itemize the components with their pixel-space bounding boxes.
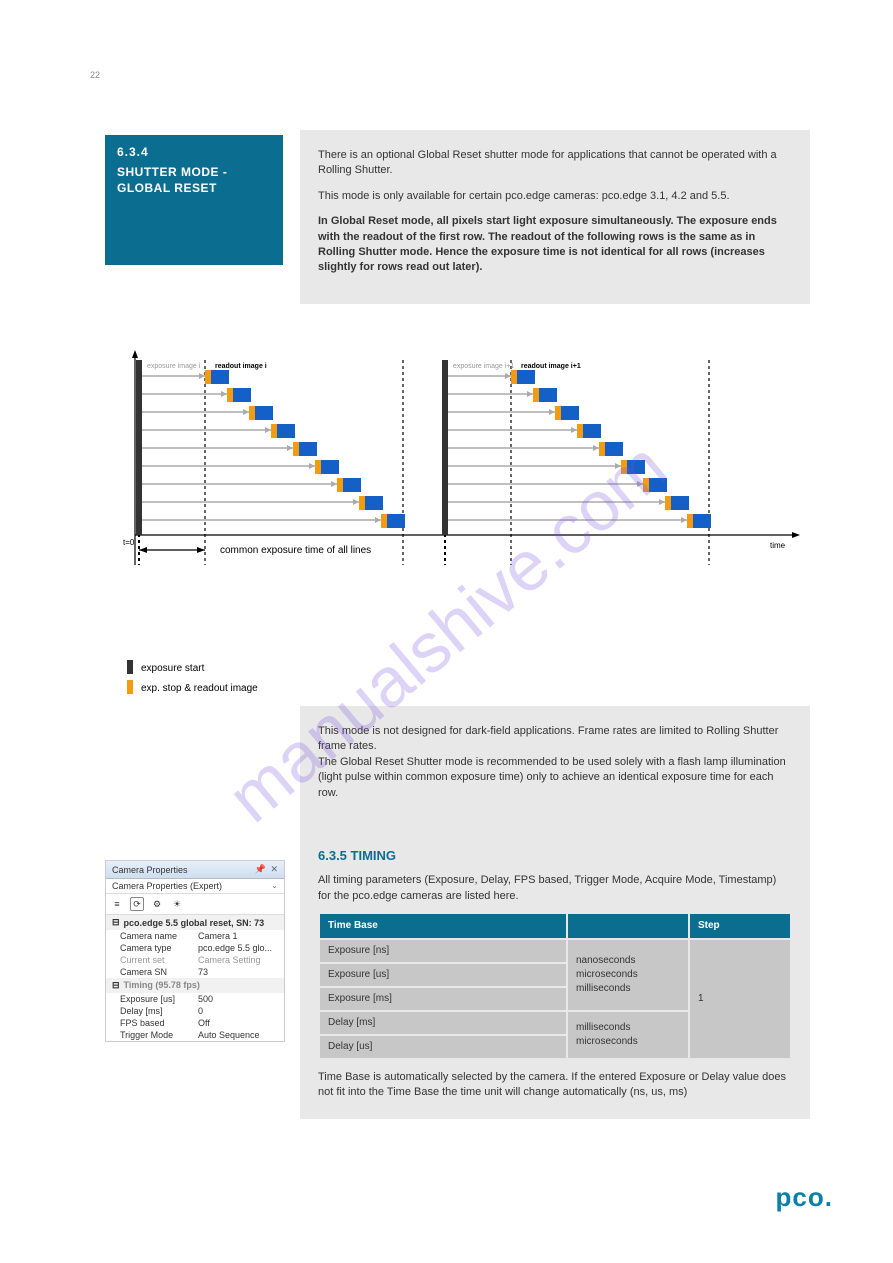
para-4: This mode is not designed for dark-field… [318, 724, 792, 755]
row-k: Delay [ms] [120, 1006, 198, 1016]
row-v: pco.edge 5.5 glo... [198, 943, 284, 953]
props-group-text: pco.edge 5.5 global reset, SN: 73 [124, 918, 265, 928]
props-mode-text: Camera Properties (Expert) [112, 881, 222, 891]
row-v[interactable]: Off [198, 1018, 284, 1028]
pco-logo: pco. [776, 1182, 833, 1213]
body-text-2: This mode is not designed for dark-field… [300, 706, 810, 1119]
props-row: Camera nameCamera 1 [106, 930, 284, 942]
th-2 [568, 914, 688, 938]
para-5: The Global Reset Shutter mode is recomme… [318, 755, 792, 801]
td-r3c1: millisecondsmicroseconds [568, 1012, 688, 1058]
row-k: Camera type [120, 943, 198, 953]
close-icon[interactable]: ✕ [270, 864, 278, 874]
page-number: 22 [90, 70, 100, 80]
props-row: Camera SN73 [106, 966, 284, 978]
t0-label: t=0 [123, 538, 135, 547]
sun-icon[interactable]: ☀ [170, 897, 184, 911]
td-r2c0: Exposure [ms] [320, 988, 566, 1010]
row-k: Exposure [us] [120, 994, 198, 1004]
props-toolbar: ≡ ⟳ ⚙ ☀ [106, 894, 284, 915]
body-text-1: There is an optional Global Reset shutte… [300, 130, 810, 304]
camera-properties-panel: Camera Properties 📌 ✕ Camera Properties … [105, 860, 285, 1042]
section-number: 6.3.4 [117, 145, 271, 159]
staircase-rows [142, 370, 711, 528]
section-title: SHUTTER MODE - GLOBAL RESET [117, 165, 271, 196]
row-v[interactable]: 0 [198, 1006, 284, 1016]
timing-table: Time Base Step Exposure [ns] nanoseconds… [318, 912, 792, 1060]
props-mode-dropdown[interactable]: Camera Properties (Expert) ⌄ [106, 879, 284, 894]
props-row: Current setCamera Setting [106, 954, 284, 966]
para-3: In Global Reset mode, all pixels start l… [318, 214, 792, 276]
props-title-text: Camera Properties [112, 865, 188, 875]
td-step: 1 [690, 940, 790, 1058]
td-r0c0: Exposure [ns] [320, 940, 566, 962]
para-1: There is an optional Global Reset shutte… [318, 148, 792, 179]
legend-1: exposure start [141, 663, 205, 674]
para-6: Time Base is automatically selected by t… [318, 1070, 792, 1101]
row-k: Trigger Mode [120, 1030, 198, 1040]
para-2: This mode is only available for certain … [318, 189, 792, 204]
props-row: Delay [ms]0 [106, 1005, 284, 1017]
th-1: Time Base [320, 914, 566, 938]
refresh-icon[interactable]: ⟳ [130, 897, 144, 911]
row-v[interactable]: 500 [198, 994, 284, 1004]
timing-diagram: t=0 time exposure image i readout image … [105, 340, 810, 706]
props-group-header[interactable]: ⊟ pco.edge 5.5 global reset, SN: 73 [106, 915, 284, 930]
timing-intro: All timing parameters (Exposure, Delay, … [318, 873, 792, 904]
gear-icon[interactable]: ⚙ [150, 897, 164, 911]
td-r3c0: Delay [ms] [320, 1012, 566, 1034]
collapse-icon[interactable]: ⊟ [112, 917, 120, 928]
row-v: 73 [198, 967, 284, 977]
td-r4c0: Delay [us] [320, 1036, 566, 1058]
common-exposure-label: common exposure time of all lines [220, 545, 371, 556]
label-exp-i: exposure image i [147, 363, 201, 370]
list-icon[interactable]: ≡ [110, 897, 124, 911]
label-ro-i1: readout image i+1 [521, 363, 581, 370]
row-k: Current set [120, 955, 198, 965]
th-3: Step [690, 914, 790, 938]
pin-icon[interactable]: 📌 [255, 864, 266, 874]
time-label: time [770, 541, 786, 550]
props-row: Camera typepco.edge 5.5 glo... [106, 942, 284, 954]
collapse-icon[interactable]: ⊟ [112, 980, 120, 991]
props-row: Trigger ModeAuto Sequence [106, 1029, 284, 1041]
legend-2: exp. stop & readout image [141, 683, 258, 694]
td-r0c1: nanosecondsmicrosecondsmilliseconds [568, 940, 688, 1010]
chevron-down-icon: ⌄ [271, 881, 278, 891]
props-row: Exposure [us]500 [106, 993, 284, 1005]
row-k: FPS based [120, 1018, 198, 1028]
row-v: Camera Setting [198, 955, 284, 965]
props-titlebar: Camera Properties 📌 ✕ [106, 861, 284, 879]
row-v[interactable]: Auto Sequence [198, 1030, 284, 1040]
subsection-title: 6.3.5 TIMING [318, 847, 792, 865]
row-k: Camera SN [120, 967, 198, 977]
timing-head-text: Timing (95.78 fps) [124, 980, 200, 991]
props-timing-header[interactable]: ⊟ Timing (95.78 fps) [106, 978, 284, 993]
props-row: FPS basedOff [106, 1017, 284, 1029]
label-ro-i: readout image i [215, 363, 267, 370]
row-k: Camera name [120, 931, 198, 941]
section-header: 6.3.4 SHUTTER MODE - GLOBAL RESET [105, 135, 283, 265]
row-v: Camera 1 [198, 931, 284, 941]
label-exp-i1: exposure image i+1 [453, 363, 514, 370]
td-r1c0: Exposure [us] [320, 964, 566, 986]
